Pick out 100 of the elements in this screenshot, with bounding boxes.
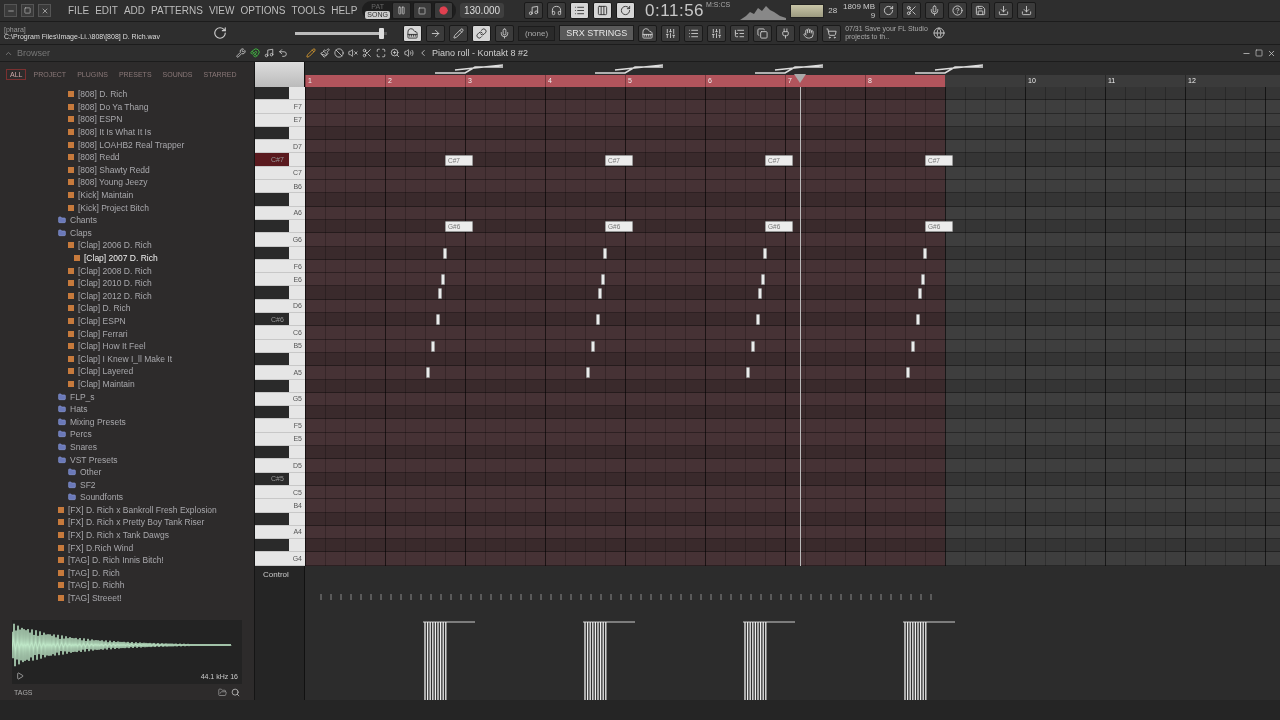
browser-item[interactable]: [Clap] Ferrari [0, 327, 254, 340]
control-selector[interactable]: Control [255, 566, 304, 700]
note[interactable] [763, 247, 767, 259]
browser-item[interactable]: [Clap] Maintain [0, 377, 254, 391]
browser-item[interactable]: [Clap] Layered [0, 365, 254, 378]
piano-key[interactable] [255, 87, 305, 101]
browser-item[interactable]: [Clap] D. Rich [0, 302, 254, 315]
browser-item[interactable]: [Kick] Project Bitch [0, 201, 254, 214]
help-button[interactable] [948, 2, 968, 19]
menu-item[interactable]: HELP [330, 5, 359, 16]
note[interactable] [921, 274, 925, 286]
browser-item[interactable]: Snares [0, 440, 254, 454]
browser-item[interactable]: [Clap] 2010 D. Rich [0, 276, 254, 290]
browser-item[interactable]: [808] It Is What It Is [0, 125, 254, 139]
browser-item[interactable]: [808] ESPN [0, 113, 254, 126]
wrench-icon[interactable] [236, 48, 246, 58]
piano-key[interactable] [255, 539, 305, 553]
note[interactable] [426, 367, 430, 379]
stop-button[interactable] [412, 2, 432, 19]
note[interactable] [603, 247, 607, 259]
play-icon[interactable] [16, 672, 24, 680]
menu-item[interactable]: FILE [67, 5, 91, 16]
menu-item[interactable]: PATTERNS [150, 5, 204, 16]
note-row[interactable] [305, 219, 1280, 234]
export-button[interactable] [1017, 2, 1037, 19]
piano-key[interactable] [255, 446, 305, 460]
note[interactable] [906, 367, 910, 379]
browser-item[interactable]: [808] Redd [0, 150, 254, 164]
browser-item[interactable]: [FX] D. Rich x Tank Dawgs [0, 528, 254, 542]
browser-item[interactable]: [Clap] 2012 D. Rich [0, 289, 254, 303]
microphone-button[interactable] [925, 2, 945, 19]
browser-item[interactable]: Percs [0, 428, 254, 441]
piano-key[interactable] [255, 406, 305, 420]
note[interactable] [916, 314, 920, 326]
note[interactable] [596, 314, 600, 326]
plug-button[interactable] [776, 24, 796, 42]
piano-key[interactable] [255, 286, 305, 300]
menu-item[interactable]: VIEW [207, 5, 236, 16]
pause-button[interactable] [391, 2, 411, 19]
browser-item[interactable]: [Clap] 2007 D. Rich [0, 251, 254, 265]
pattern-select[interactable]: (none) [518, 25, 556, 41]
browser-item[interactable]: [Clap] 2008 D. Rich [0, 264, 254, 277]
menu-item[interactable]: EDIT [94, 5, 119, 16]
browser-item[interactable]: FLP_s [0, 390, 254, 403]
save-button[interactable] [971, 2, 991, 19]
note[interactable] [443, 247, 447, 259]
note[interactable] [923, 247, 927, 259]
channel-name[interactable]: SRX STRINGS [559, 25, 635, 41]
close-icon[interactable] [1267, 48, 1276, 58]
maximize-icon[interactable] [1255, 49, 1263, 57]
browser-item[interactable]: [FX] D.Rich Wind [0, 541, 254, 554]
browser-item[interactable]: SF2 [0, 478, 254, 491]
note[interactable] [598, 287, 602, 299]
note[interactable] [601, 274, 605, 286]
scissors-icon[interactable] [362, 48, 372, 58]
speaker-icon[interactable] [404, 48, 414, 58]
browser-item[interactable]: [808] Shawty Redd [0, 163, 254, 177]
folder-icon[interactable] [218, 687, 227, 697]
browser-item[interactable]: Hats [0, 402, 254, 416]
copy-button[interactable] [753, 24, 773, 42]
delete-icon[interactable] [334, 48, 344, 58]
note[interactable] [441, 274, 445, 286]
record-button[interactable] [433, 2, 453, 19]
note[interactable] [431, 340, 435, 352]
pencil-icon[interactable] [306, 48, 316, 58]
search-icon[interactable] [231, 687, 240, 697]
browser-item[interactable]: [TAG] D. Rich Innis Bitch! [0, 553, 254, 567]
browser-item[interactable]: [Clap] How It Feel [0, 339, 254, 353]
pencil-button[interactable] [449, 24, 468, 42]
browser-item[interactable]: Claps [0, 226, 254, 240]
link-button[interactable] [472, 24, 491, 42]
note[interactable] [751, 340, 755, 352]
globe-icon[interactable] [933, 27, 946, 39]
browser-item[interactable]: [TAG] Streeet! [0, 591, 254, 605]
arrow-right-button[interactable] [426, 24, 445, 42]
zoom-icon[interactable] [390, 48, 400, 58]
browser-item[interactable]: [Clap] I Knew I_ll Make It [0, 352, 254, 366]
browser-item[interactable]: [TAG] D. Richh [0, 579, 254, 592]
download-button[interactable] [994, 2, 1014, 19]
note[interactable] [436, 314, 440, 326]
note[interactable] [918, 287, 922, 299]
note[interactable] [438, 287, 442, 299]
sliders-button[interactable] [707, 24, 727, 42]
browser-item[interactable]: [808] Young Jeezy [0, 176, 254, 189]
browser-item[interactable]: [Clap] 2006 D. Rich [0, 239, 254, 252]
note-row[interactable] [305, 153, 1280, 167]
browser-item[interactable]: Other [0, 465, 254, 479]
browser-item[interactable]: Chants [0, 213, 254, 227]
mute-icon[interactable] [348, 48, 358, 58]
undo-icon[interactable] [278, 48, 288, 58]
browser-item[interactable]: Mixing Presets [0, 415, 254, 429]
menu-item[interactable]: ADD [122, 5, 147, 16]
hand-button[interactable] [799, 24, 819, 42]
browser-item[interactable]: VST Presets [0, 453, 254, 466]
close-button[interactable] [38, 4, 51, 17]
note[interactable] [746, 367, 750, 379]
note[interactable] [758, 287, 762, 299]
note-icon[interactable] [264, 48, 274, 58]
menu-item[interactable]: OPTIONS [239, 5, 287, 16]
browser-item[interactable]: [Kick] Maintain [0, 188, 254, 202]
